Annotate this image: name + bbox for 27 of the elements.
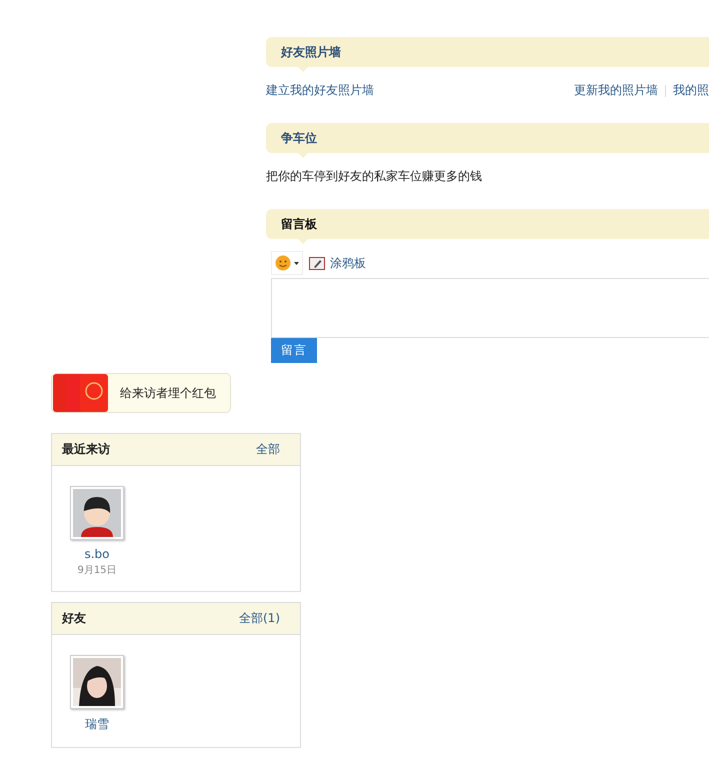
panel-title: 好友 bbox=[62, 610, 86, 627]
drawing-board-icon bbox=[309, 256, 325, 270]
photo-wall-link[interactable]: 我的照 bbox=[673, 82, 709, 99]
friend-name-link[interactable]: s.bo bbox=[84, 547, 110, 561]
view-all-link[interactable]: 全部(1) bbox=[239, 610, 280, 627]
photo-wall-link[interactable]: 更新我的照片墙 bbox=[574, 82, 658, 99]
envelopes-icon bbox=[52, 374, 110, 412]
post-button[interactable]: 留言 bbox=[271, 338, 317, 363]
avatar-frame[interactable] bbox=[70, 655, 124, 709]
envelope-banner[interactable]: 给来访者埋个红包 bbox=[51, 373, 231, 413]
section-title[interactable]: 好友照片墙 bbox=[281, 44, 341, 60]
doodle-link[interactable]: 涂鸦板 bbox=[309, 254, 366, 272]
avatar-icon bbox=[73, 489, 121, 537]
section-title[interactable]: 争车位 bbox=[281, 130, 317, 146]
avatar-frame[interactable] bbox=[70, 486, 124, 540]
description-text: 把你的车停到好友的私家车位赚更多的钱 bbox=[266, 168, 483, 185]
promo-text: 给来访者埋个红包 bbox=[120, 384, 216, 402]
smiley-icon bbox=[275, 255, 291, 271]
panel-title: 最近来访 bbox=[62, 441, 110, 458]
view-all-link[interactable]: 全部 bbox=[256, 441, 280, 458]
emoji-button[interactable] bbox=[271, 251, 303, 275]
visit-date: 9月15日 bbox=[77, 564, 117, 577]
create-link[interactable]: 建立我的好友照片墙 bbox=[266, 82, 374, 99]
caret-icon bbox=[294, 262, 299, 264]
friend-name-link[interactable]: 瑞雪 bbox=[85, 716, 109, 733]
message-input[interactable] bbox=[271, 278, 709, 338]
section-title: 留言板 bbox=[281, 216, 317, 232]
